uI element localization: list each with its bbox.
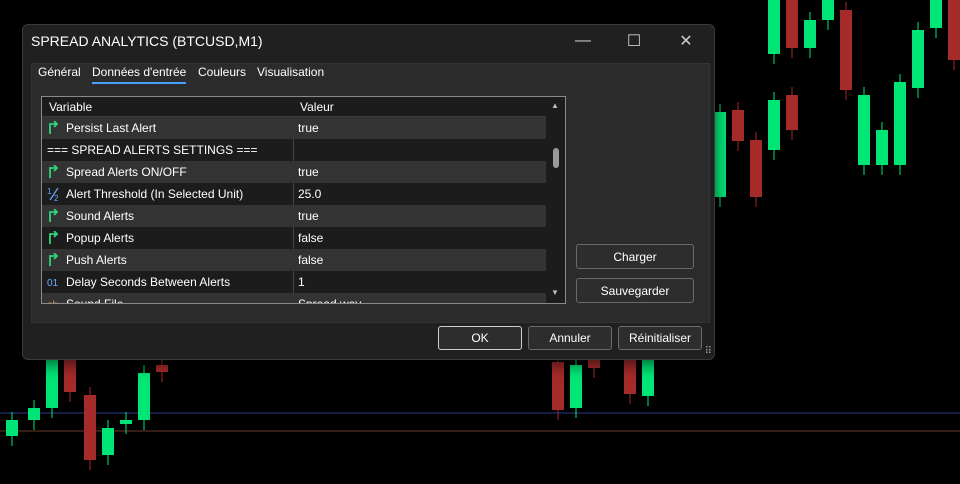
candle-body: [894, 82, 906, 165]
table-header: Variable Valeur: [42, 97, 546, 117]
row-value[interactable]: 1: [298, 275, 305, 289]
candle-body: [768, 0, 780, 54]
candle-body: [624, 355, 636, 394]
candle-body: [786, 0, 798, 48]
bool-icon: [47, 120, 61, 135]
cancel-button[interactable]: Annuler: [528, 326, 612, 350]
candle-body: [840, 10, 852, 90]
vertical-scrollbar[interactable]: ▲ ▼: [547, 97, 565, 303]
svg-text:01: 01: [47, 278, 59, 289]
table-row[interactable]: Persist Last Alert true: [42, 117, 546, 139]
row-value[interactable]: true: [298, 165, 319, 179]
candle-body: [768, 100, 780, 150]
candle-body: [102, 428, 114, 455]
candle-body: [28, 408, 40, 420]
minimize-icon: —: [575, 32, 591, 49]
bool-icon: [47, 208, 61, 223]
row-value[interactable]: false: [298, 231, 323, 245]
candle-body: [786, 95, 798, 130]
table-row[interactable]: Popup Alerts false: [42, 227, 546, 249]
candle-body: [948, 0, 960, 60]
row-variable-name: Persist Last Alert: [66, 121, 157, 135]
resize-grip-icon[interactable]: ⠿: [705, 346, 712, 357]
candle-body: [552, 362, 564, 410]
window-title: SPREAD ANALYTICS (BTCUSD,M1): [31, 33, 263, 49]
title-bar[interactable]: SPREAD ANALYTICS (BTCUSD,M1) — ☐ ✕: [23, 25, 714, 57]
row-value[interactable]: false: [298, 253, 323, 267]
row-variable-name: Spread Alerts ON/OFF: [66, 165, 187, 179]
candle-body: [156, 365, 168, 372]
row-variable-name: Push Alerts: [66, 253, 127, 267]
fraction-icon: 12: [47, 187, 61, 203]
candle-body: [858, 95, 870, 165]
svg-text:ab: ab: [47, 300, 59, 304]
input-parameters-dialog: SPREAD ANALYTICS (BTCUSD,M1) — ☐ ✕ Génér…: [22, 24, 715, 360]
candle-body: [6, 420, 18, 436]
close-button[interactable]: ✕: [663, 25, 709, 57]
candle-body: [930, 0, 942, 28]
candle-body: [804, 20, 816, 48]
row-variable-name: Sound File: [66, 297, 124, 304]
candle-body: [138, 373, 150, 420]
save-button[interactable]: Sauvegarder: [576, 278, 694, 303]
reset-button[interactable]: Réinitialiser: [618, 326, 702, 350]
candle-body: [588, 360, 600, 368]
candle-body: [822, 0, 834, 20]
row-variable-name: === SPREAD ALERTS SETTINGS ===: [47, 143, 258, 157]
scroll-down-icon[interactable]: ▼: [551, 288, 559, 297]
row-value[interactable]: true: [298, 209, 319, 223]
candle-body: [750, 140, 762, 197]
column-header-variable[interactable]: Variable: [49, 100, 92, 114]
bool-icon: [47, 164, 61, 179]
maximize-button[interactable]: ☐: [611, 25, 657, 57]
candle-body: [120, 420, 132, 424]
row-variable-name: Popup Alerts: [66, 231, 135, 245]
table-row[interactable]: 01 Delay Seconds Between Alerts 1: [42, 271, 546, 293]
string-icon: ab: [47, 297, 61, 304]
row-value[interactable]: Spread.wav: [298, 297, 361, 303]
svg-text:2: 2: [54, 194, 59, 201]
bool-icon: [47, 230, 61, 245]
bool-icon: [47, 252, 61, 267]
ok-button[interactable]: OK: [438, 326, 522, 350]
table-row[interactable]: 1 2 Alert Threshold (In Selected Unit) 25.0: [42, 183, 546, 205]
tab-visualization[interactable]: Visualisation: [257, 65, 324, 79]
table-row[interactable]: === SPREAD ALERTS SETTINGS ===: [42, 139, 546, 161]
close-icon: ✕: [679, 33, 693, 50]
row-value[interactable]: 25.0: [298, 187, 321, 201]
scroll-up-icon[interactable]: ▲: [551, 101, 559, 110]
column-header-value[interactable]: Valeur: [300, 100, 334, 114]
candle-body: [84, 395, 96, 460]
table-row[interactable]: ab Sound File Spread.wav: [42, 293, 546, 304]
tab-inputs[interactable]: Données d'entrée: [92, 65, 187, 84]
table-row[interactable]: Push Alerts false: [42, 249, 546, 271]
row-value[interactable]: true: [298, 121, 319, 135]
minimize-button[interactable]: —: [560, 25, 606, 57]
candle-body: [570, 365, 582, 408]
svg-text:1: 1: [47, 187, 52, 196]
maximize-icon: ☐: [626, 33, 642, 50]
candle-body: [642, 360, 654, 396]
row-variable-name: Sound Alerts: [66, 209, 135, 223]
row-variable-name: Alert Threshold (In Selected Unit): [66, 187, 244, 201]
tab-general[interactable]: Général: [38, 65, 81, 79]
candle-body: [46, 360, 58, 408]
integer-icon: 01: [47, 275, 61, 289]
table-row[interactable]: Sound Alerts true: [42, 205, 546, 227]
candle-body: [912, 30, 924, 88]
row-variable-name: Delay Seconds Between Alerts: [66, 275, 231, 289]
load-button[interactable]: Charger: [576, 244, 694, 269]
inputs-table: Variable Valeur Persist Last Alert true ==…: [41, 96, 566, 304]
scroll-thumb[interactable]: [553, 148, 559, 168]
table-row[interactable]: Spread Alerts ON/OFF true: [42, 161, 546, 183]
tab-colors[interactable]: Couleurs: [198, 65, 246, 79]
candle-body: [876, 130, 888, 165]
candle-body: [714, 112, 726, 197]
candle-body: [732, 110, 744, 141]
